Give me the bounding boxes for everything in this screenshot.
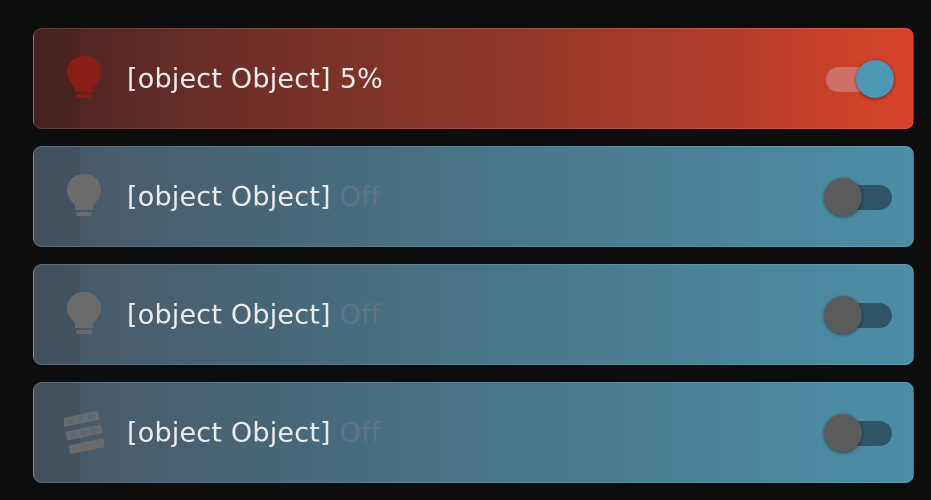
light-name: [object Object]: [127, 63, 331, 94]
lightbulb-icon[interactable]: [64, 172, 104, 222]
lightbulb-icon[interactable]: [64, 290, 104, 340]
toggle-knob: [824, 295, 862, 334]
light-state: Off: [339, 299, 381, 330]
light-card[interactable]: [object Object] 5%: [33, 28, 914, 129]
toggle-knob: [824, 413, 862, 452]
lightbulb-icon[interactable]: [64, 54, 104, 104]
light-label: [object Object] Off: [127, 417, 381, 448]
light-name: [object Object]: [127, 181, 331, 212]
light-list: [object Object] 5% [object Object] Off […: [33, 28, 914, 500]
light-toggle[interactable]: [824, 413, 894, 453]
light-name: [object Object]: [127, 417, 331, 448]
light-toggle[interactable]: [824, 59, 894, 99]
light-state: Off: [339, 181, 381, 212]
light-label: [object Object] Off: [127, 181, 381, 212]
light-toggle[interactable]: [824, 295, 894, 335]
light-name: [object Object]: [127, 299, 331, 330]
light-label: [object Object] Off: [127, 299, 381, 330]
light-card[interactable]: [object Object] Off: [33, 382, 914, 483]
light-label: [object Object] 5%: [127, 63, 383, 94]
led-strip-icon[interactable]: [62, 408, 106, 458]
light-card[interactable]: [object Object] Off: [33, 264, 914, 365]
toggle-knob: [856, 59, 894, 98]
light-card[interactable]: [object Object] Off: [33, 146, 914, 247]
light-state: 5%: [339, 63, 384, 94]
toggle-knob: [824, 177, 862, 216]
light-state: Off: [339, 417, 381, 448]
light-toggle[interactable]: [824, 177, 894, 217]
